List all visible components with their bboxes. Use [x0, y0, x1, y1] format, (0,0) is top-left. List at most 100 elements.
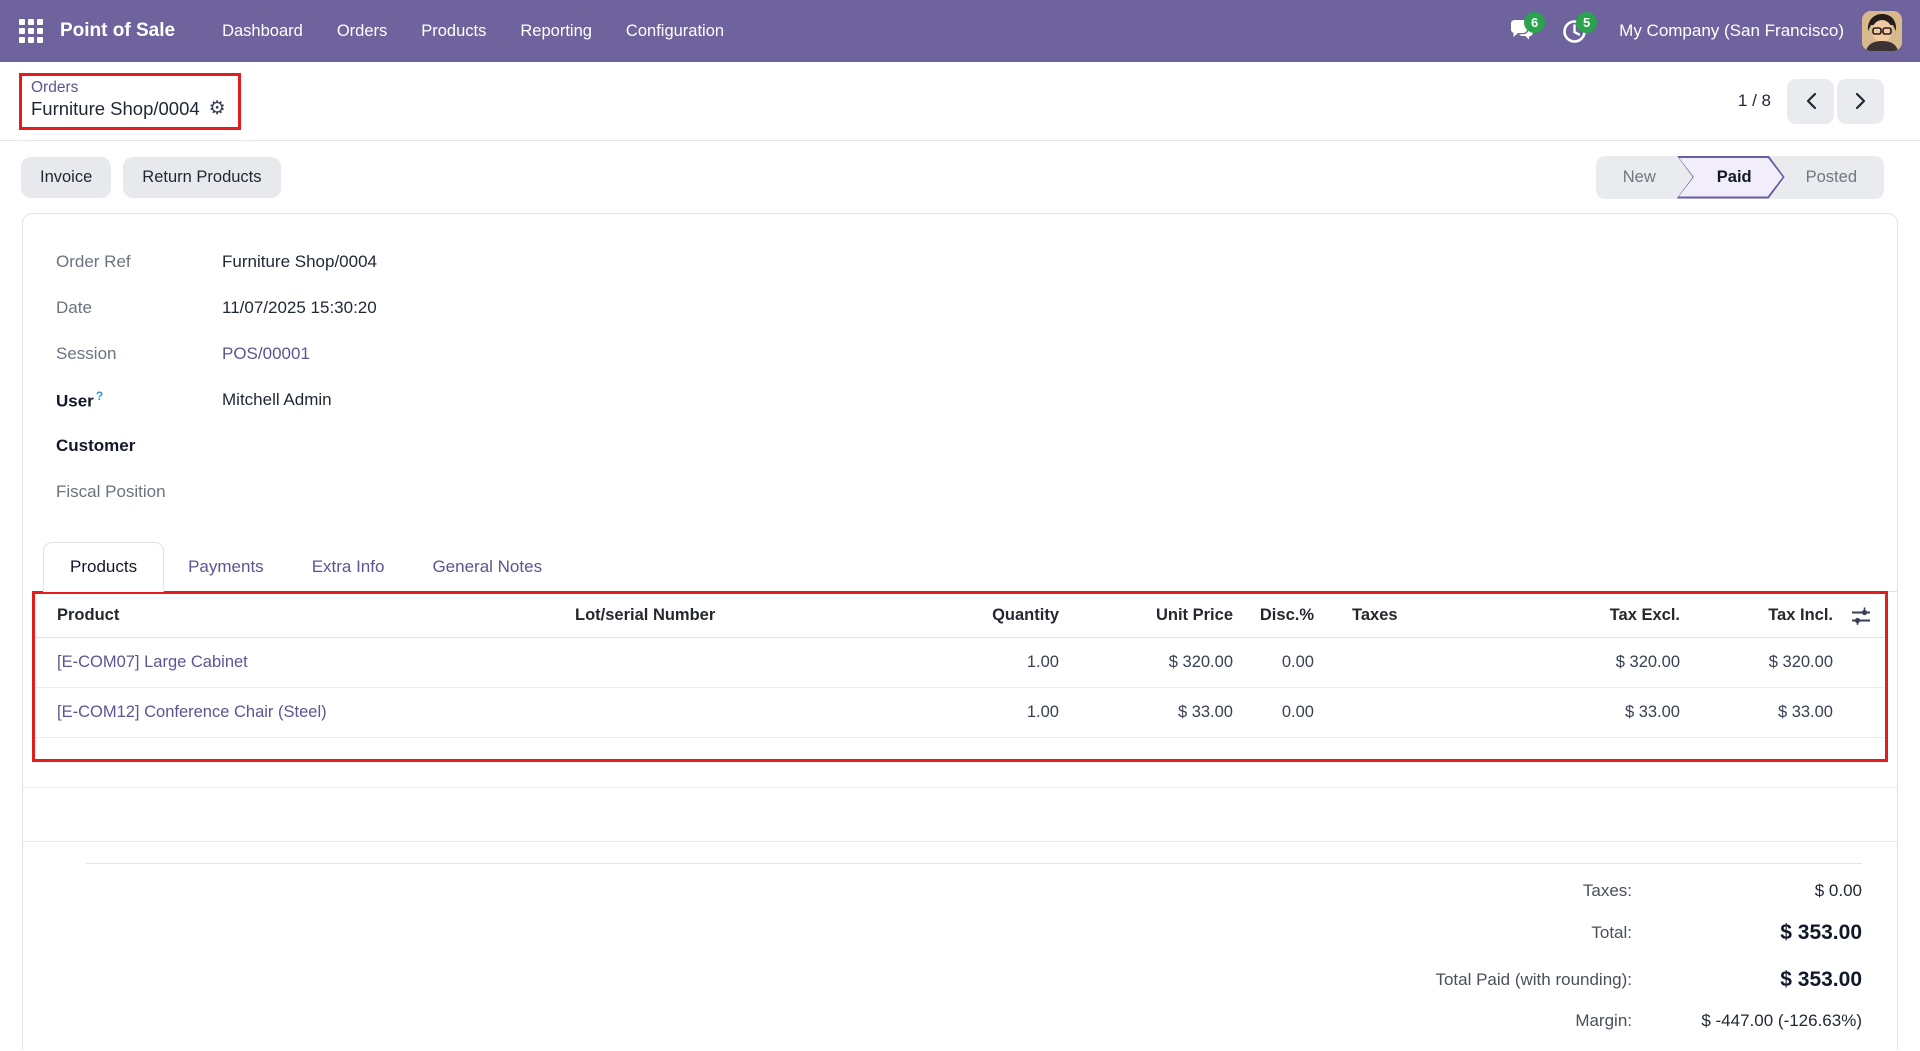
nav-item-dashboard[interactable]: Dashboard	[205, 14, 320, 49]
nav-item-orders[interactable]: Orders	[320, 14, 404, 49]
cell-quantity: 1.00	[915, 653, 1063, 672]
table-row[interactable]: [E-COM07] Large Cabinet 1.00 $ 320.00 0.…	[35, 638, 1885, 688]
status-step-posted[interactable]: Posted	[1779, 156, 1884, 199]
cell-product: [E-COM07] Large Cabinet	[35, 653, 575, 672]
col-header-product[interactable]: Product	[35, 606, 575, 625]
control-panel: Orders Furniture Shop/0004 ⚙ 1 / 8	[0, 62, 1920, 141]
settings-gear-icon[interactable]: ⚙	[209, 99, 226, 118]
tab-general-notes[interactable]: General Notes	[408, 543, 566, 591]
col-header-unit-price[interactable]: Unit Price	[1063, 606, 1237, 625]
status-step-paid-label: Paid	[1677, 168, 1785, 187]
field-label-user-text: User	[56, 391, 94, 410]
pager-previous-button[interactable]	[1787, 79, 1834, 124]
messages-button[interactable]: 6	[1501, 10, 1543, 52]
total-value: $ -447.00 (-126.63%)	[1632, 1011, 1862, 1031]
cell-tax-excl: $ 33.00	[1485, 703, 1684, 722]
field-value-date[interactable]: 11/07/2025 15:30:20	[222, 298, 377, 318]
table-filler-row	[23, 762, 1897, 788]
col-header-tax-excl[interactable]: Tax Excl.	[1485, 606, 1684, 625]
field-user: User? Mitchell Admin	[56, 377, 1897, 423]
total-label: Margin:	[86, 1011, 1632, 1031]
field-label-order-ref: Order Ref	[56, 252, 204, 272]
statusbar: New Paid Posted	[1596, 156, 1884, 199]
field-order-ref: Order Ref Furniture Shop/0004	[56, 239, 1897, 285]
breadcrumb: Furniture Shop/0004 ⚙	[31, 98, 226, 120]
chevron-right-icon	[1855, 92, 1867, 110]
total-value: $ 353.00	[1632, 968, 1862, 992]
product-link[interactable]: [E-COM12] Conference Chair (Steel)	[57, 703, 327, 721]
field-label-session: Session	[56, 344, 204, 364]
notebook-tabs: Products Payments Extra Info General Not…	[43, 539, 1897, 592]
help-question-icon: ?	[96, 389, 103, 403]
total-row-taxes: Taxes: $ 0.00	[86, 873, 1862, 909]
cell-tax-incl: $ 33.00	[1684, 703, 1837, 722]
optional-columns-button[interactable]	[1837, 607, 1881, 625]
field-fiscal-position: Fiscal Position	[56, 469, 1897, 515]
tab-products[interactable]: Products	[43, 542, 164, 592]
sliders-icon	[1851, 607, 1871, 625]
cell-disc: 0.00	[1237, 653, 1318, 672]
activities-button[interactable]: 5	[1553, 10, 1595, 52]
field-value-session-link[interactable]: POS/00001	[222, 344, 310, 364]
field-value-user[interactable]: Mitchell Admin	[222, 390, 332, 410]
return-products-button[interactable]: Return Products	[123, 157, 280, 198]
cell-tax-incl: $ 320.00	[1684, 653, 1837, 672]
user-avatar[interactable]	[1862, 11, 1902, 51]
field-label-fiscal-position: Fiscal Position	[56, 482, 204, 502]
app-name[interactable]: Point of Sale	[60, 20, 175, 42]
total-label: Total Paid (with rounding):	[86, 970, 1632, 990]
tab-payments[interactable]: Payments	[164, 543, 288, 591]
field-label-date: Date	[56, 298, 204, 318]
total-label: Total:	[86, 923, 1632, 943]
cell-tax-excl: $ 320.00	[1485, 653, 1684, 672]
cell-quantity: 1.00	[915, 703, 1063, 722]
col-header-taxes[interactable]: Taxes	[1318, 606, 1485, 625]
navbar-systray: 6 5 My Company (San Francisco)	[1501, 10, 1902, 52]
company-switcher[interactable]: My Company (San Francisco)	[1619, 21, 1844, 41]
field-session: Session POS/00001	[56, 331, 1897, 377]
chevron-left-icon	[1805, 92, 1817, 110]
cell-product: [E-COM12] Conference Chair (Steel)	[35, 703, 575, 722]
invoice-button[interactable]: Invoice	[21, 157, 111, 198]
col-header-tax-incl[interactable]: Tax Incl.	[1684, 606, 1837, 625]
action-buttons: Invoice Return Products	[21, 157, 281, 198]
col-header-disc[interactable]: Disc.%	[1237, 606, 1318, 625]
nav-item-configuration[interactable]: Configuration	[609, 14, 741, 49]
nav-item-products[interactable]: Products	[404, 14, 503, 49]
status-step-paid[interactable]: Paid	[1677, 156, 1785, 199]
cell-unit-price: $ 33.00	[1063, 703, 1237, 722]
table-row[interactable]: [E-COM12] Conference Chair (Steel) 1.00 …	[35, 688, 1885, 738]
status-step-new[interactable]: New	[1596, 156, 1683, 199]
cell-unit-price: $ 320.00	[1063, 653, 1237, 672]
pager-value[interactable]: 1 / 8	[1738, 91, 1771, 111]
apps-grid-icon[interactable]	[16, 16, 46, 46]
field-label-user: User?	[56, 389, 204, 412]
top-navbar: Point of Sale Dashboard Orders Products …	[0, 0, 1920, 62]
total-value: $ 353.00	[1632, 921, 1862, 945]
field-group: Order Ref Furniture Shop/0004 Date 11/07…	[23, 214, 1897, 515]
pager: 1 / 8	[1738, 79, 1884, 124]
total-label: Taxes:	[86, 881, 1632, 901]
col-header-quantity[interactable]: Quantity	[915, 606, 1063, 625]
table-header-row: Product Lot/serial Number Quantity Unit …	[35, 594, 1885, 638]
field-value-order-ref[interactable]: Furniture Shop/0004	[222, 252, 377, 272]
total-row-paid: Total Paid (with rounding): $ 353.00	[86, 956, 1862, 1003]
nav-item-reporting[interactable]: Reporting	[503, 14, 609, 49]
table-empty-space	[35, 738, 1885, 759]
breadcrumb-orders-link[interactable]: Orders	[31, 79, 78, 97]
col-header-lot-serial[interactable]: Lot/serial Number	[575, 606, 915, 625]
field-date: Date 11/07/2025 15:30:20	[56, 285, 1897, 331]
messages-badge: 6	[1524, 12, 1545, 33]
total-row-margin: Margin: $ -447.00 (-126.63%)	[86, 1003, 1862, 1039]
totals-block: Taxes: $ 0.00 Total: $ 353.00 Total Paid…	[86, 863, 1862, 1039]
cell-disc: 0.00	[1237, 703, 1318, 722]
field-label-customer: Customer	[56, 436, 204, 456]
pager-next-button[interactable]	[1837, 79, 1884, 124]
total-value: $ 0.00	[1632, 881, 1862, 901]
tab-extra-info[interactable]: Extra Info	[288, 543, 409, 591]
form-sheet: Order Ref Furniture Shop/0004 Date 11/07…	[22, 213, 1898, 1050]
activities-badge: 5	[1576, 12, 1597, 33]
annotation-breadcrumb-box: Orders Furniture Shop/0004 ⚙	[19, 73, 241, 130]
total-row-total: Total: $ 353.00	[86, 909, 1862, 956]
product-link[interactable]: [E-COM07] Large Cabinet	[57, 653, 248, 671]
